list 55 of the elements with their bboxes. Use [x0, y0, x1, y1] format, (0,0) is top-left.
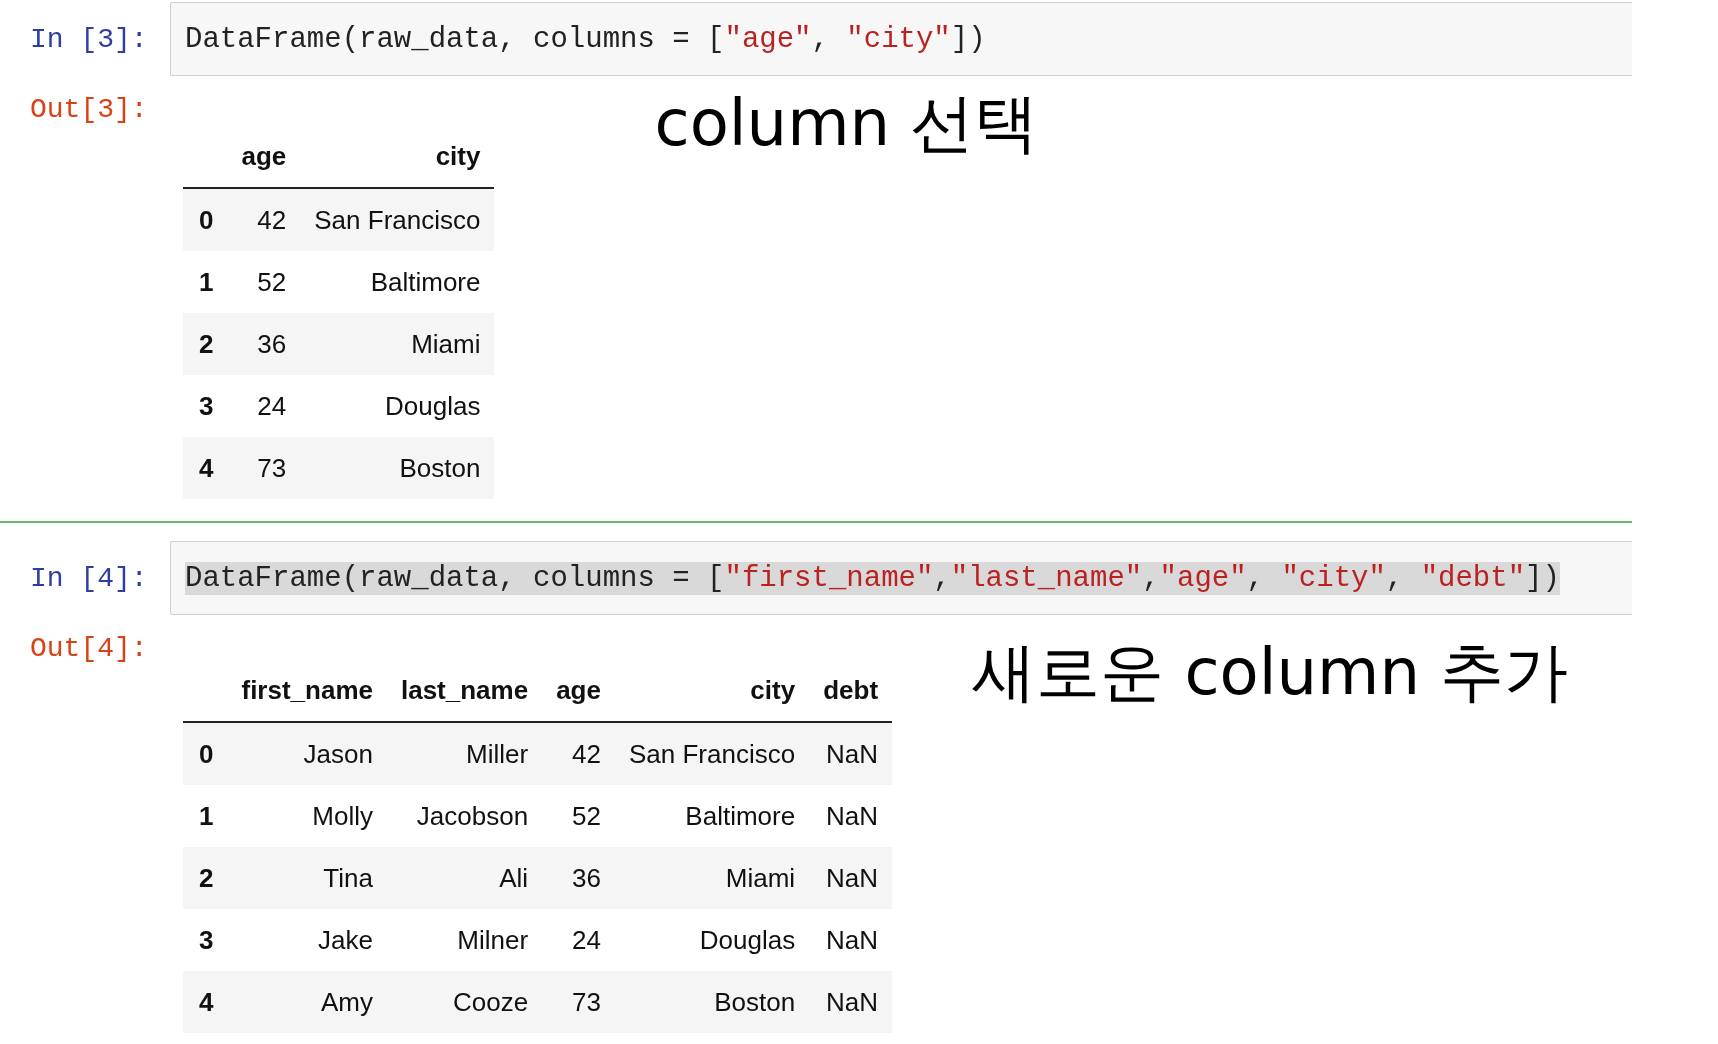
table-cell: NaN: [809, 785, 893, 847]
row-index: 4: [183, 437, 228, 499]
table-cell: 73: [227, 437, 301, 499]
output-prompt: Out[4]:: [29, 633, 149, 664]
table-cell: 36: [227, 313, 301, 375]
table-cell: San Francisco: [614, 722, 810, 785]
table-cell: Miami: [300, 313, 495, 375]
code-input[interactable]: DataFrame(raw_data, columns = ["age", "city"]): [170, 2, 1632, 76]
table-cell: Baltimore: [614, 785, 810, 847]
table-cell: 24: [227, 375, 301, 437]
code-text: DataFrame(raw_data, columns = ["age", "city"]): [185, 22, 986, 56]
table-cell: Jacobson: [386, 785, 543, 847]
table-cell: Miami: [614, 847, 810, 909]
row-index: 0: [183, 188, 228, 251]
row-index: 0: [183, 722, 228, 785]
table-cell: 52: [542, 785, 615, 847]
table-cell: Jason: [227, 722, 387, 785]
table-cell: 36: [542, 847, 615, 909]
table-cell: Douglas: [614, 909, 810, 971]
row-index: 1: [183, 785, 228, 847]
table-cell: Cooze: [386, 971, 543, 1033]
row-index: 2: [183, 313, 228, 375]
table-cell: NaN: [809, 909, 893, 971]
table-cell: 52: [227, 251, 301, 313]
table-cell: Ali: [386, 847, 543, 909]
table-cell: Baltimore: [300, 251, 495, 313]
table-cell: 24: [542, 909, 615, 971]
row-index: 3: [183, 375, 228, 437]
output-prompt: Out[3]:: [29, 94, 149, 125]
table-cell: Molly: [227, 785, 387, 847]
row-index: 3: [183, 909, 228, 971]
code-input[interactable]: DataFrame(raw_data, columns = ["first_name","last_name","age", "city", "debt"]): [170, 541, 1632, 615]
code-text: DataFrame(raw_data, columns = ["first_name","last_name","age", "city", "debt"]): [185, 561, 1560, 595]
table-cell: Milner: [386, 909, 543, 971]
table-cell: San Francisco: [300, 188, 495, 251]
table-cell: Miller: [386, 722, 543, 785]
annotation-text: column 선택: [654, 85, 1039, 162]
table-cell: NaN: [809, 847, 893, 909]
table-cell: 42: [227, 188, 301, 251]
table-cell: Boston: [614, 971, 810, 1033]
table-cell: Douglas: [300, 375, 495, 437]
table-cell: NaN: [809, 722, 893, 785]
row-index: 4: [183, 971, 228, 1033]
table-cell: Boston: [300, 437, 495, 499]
table-cell: Tina: [227, 847, 387, 909]
row-index: 1: [183, 251, 228, 313]
row-index: 2: [183, 847, 228, 909]
table-cell: 42: [542, 722, 615, 785]
annotation-text: 새로운 column 추가: [972, 634, 1569, 711]
table-cell: NaN: [809, 971, 893, 1033]
input-prompt: In [4]:: [29, 562, 149, 594]
table-cell: Jake: [227, 909, 387, 971]
input-prompt: In [3]:: [29, 23, 149, 55]
table-cell: 73: [542, 971, 615, 1033]
table-cell: Amy: [227, 971, 387, 1033]
